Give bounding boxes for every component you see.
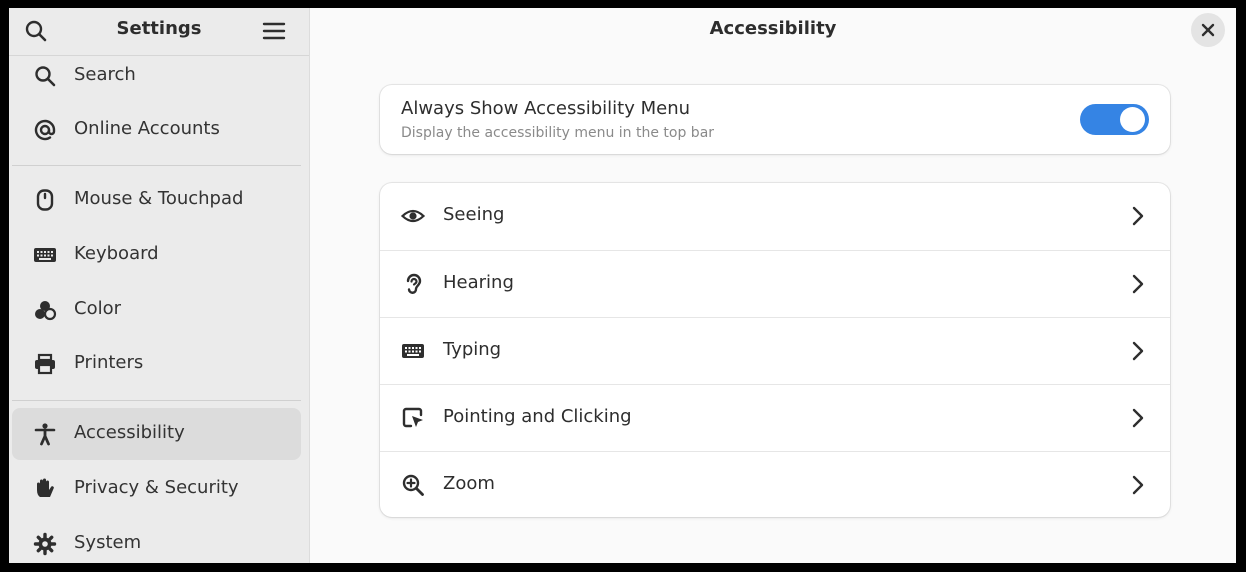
sidebar-item-accessibility[interactable]: Accessibility bbox=[12, 408, 301, 460]
chevron-right-icon bbox=[1128, 273, 1148, 295]
keyboard-icon bbox=[401, 339, 425, 363]
chevron-right-icon bbox=[1128, 205, 1148, 227]
hand-icon bbox=[33, 477, 57, 501]
sidebar-item-privacy-security[interactable]: Privacy & Security bbox=[12, 463, 301, 515]
keyboard-icon bbox=[33, 243, 57, 267]
pointer-icon bbox=[401, 406, 425, 430]
chevron-right-icon bbox=[1128, 407, 1148, 429]
sidebar-item-label: Accessibility bbox=[74, 422, 185, 443]
sidebar-item-search[interactable]: Search bbox=[12, 50, 301, 102]
sidebar-item-label: Online Accounts bbox=[74, 118, 220, 139]
sidebar-divider bbox=[12, 165, 301, 166]
zoom-in-icon bbox=[401, 473, 425, 497]
ear-icon bbox=[401, 272, 425, 296]
close-icon bbox=[1201, 23, 1215, 37]
row-label: Seeing bbox=[443, 204, 505, 225]
row-label: Zoom bbox=[443, 473, 495, 494]
row-zoom[interactable]: Zoom bbox=[380, 451, 1170, 518]
sidebar-item-online-accounts[interactable]: Online Accounts bbox=[12, 104, 301, 156]
chevron-right-icon bbox=[1128, 474, 1148, 496]
printer-icon bbox=[33, 352, 57, 376]
row-label: Pointing and Clicking bbox=[443, 406, 632, 427]
row-seeing[interactable]: Seeing bbox=[380, 183, 1170, 250]
sidebar-item-printers[interactable]: Printers bbox=[12, 338, 301, 390]
mouse-icon bbox=[33, 188, 57, 212]
row-typing[interactable]: Typing bbox=[380, 317, 1170, 384]
sidebar-item-label: Search bbox=[74, 64, 136, 85]
page-title: Accessibility bbox=[709, 18, 837, 39]
toggle-subtitle: Display the accessibility menu in the to… bbox=[401, 125, 715, 141]
sidebar-item-keyboard[interactable]: Keyboard bbox=[12, 229, 301, 281]
color-icon bbox=[33, 298, 57, 322]
row-label: Typing bbox=[443, 339, 502, 360]
sidebar-item-label: Keyboard bbox=[74, 243, 159, 264]
row-pointing-clicking[interactable]: Pointing and Clicking bbox=[380, 384, 1170, 451]
sidebar-item-label: System bbox=[74, 532, 142, 553]
always-show-menu-row: Always Show Accessibility Menu Display t… bbox=[380, 85, 1170, 154]
settings-window: Settings Search Online Accounts Mouse & … bbox=[9, 8, 1236, 563]
sidebar-item-color[interactable]: Color bbox=[12, 284, 301, 336]
sidebar-item-label: Printers bbox=[74, 352, 144, 373]
hamburger-menu-icon[interactable] bbox=[261, 18, 287, 44]
sidebar-divider bbox=[12, 400, 301, 401]
main-content: Accessibility Always Show Accessibility … bbox=[310, 8, 1236, 563]
gear-icon bbox=[33, 532, 57, 556]
sidebar-item-label: Privacy & Security bbox=[74, 477, 239, 498]
row-hearing[interactable]: Hearing bbox=[380, 250, 1170, 317]
sidebar-item-label: Mouse & Touchpad bbox=[74, 188, 244, 209]
switch-knob bbox=[1120, 107, 1145, 132]
sidebar-item-label: Color bbox=[74, 298, 121, 319]
sidebar-item-system[interactable]: System bbox=[12, 518, 301, 563]
row-label: Hearing bbox=[443, 272, 514, 293]
search-icon bbox=[33, 64, 57, 88]
sidebar: Settings Search Online Accounts Mouse & … bbox=[9, 8, 310, 563]
sidebar-header: Settings bbox=[9, 8, 309, 56]
accessibility-categories-list: Seeing Hearing Typing Pointing and Click… bbox=[380, 183, 1170, 517]
chevron-right-icon bbox=[1128, 340, 1148, 362]
main-header: Accessibility bbox=[310, 8, 1236, 56]
close-button[interactable] bbox=[1191, 13, 1225, 47]
toggle-title: Always Show Accessibility Menu bbox=[401, 98, 691, 119]
always-show-menu-switch[interactable] bbox=[1080, 104, 1149, 135]
at-icon bbox=[33, 118, 57, 142]
sidebar-item-mouse-touchpad[interactable]: Mouse & Touchpad bbox=[12, 174, 301, 226]
eye-icon bbox=[401, 204, 425, 228]
accessibility-icon bbox=[33, 422, 57, 446]
